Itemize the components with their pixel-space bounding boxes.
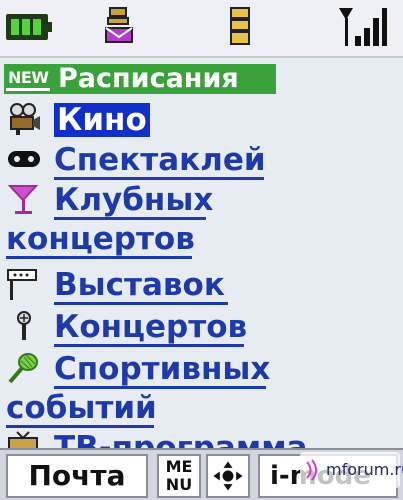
theater-mask-icon bbox=[8, 151, 40, 167]
menu-item-sportivnyh[interactable]: Спортивных событий bbox=[0, 351, 403, 429]
tennis-racket-icon bbox=[8, 353, 38, 384]
menu-item-label: Спортивных bbox=[54, 351, 271, 387]
menu-title: Расписания bbox=[58, 63, 239, 94]
menu-header: NEW Расписания bbox=[4, 64, 276, 94]
status-bar bbox=[0, 0, 403, 58]
watermark-text: mforum.ru bbox=[326, 460, 403, 479]
menu-item-label-continuation: концертов bbox=[6, 221, 195, 257]
signal-strength-icon bbox=[339, 8, 387, 46]
menu-item-klubnyh[interactable]: Клубных концертов bbox=[0, 182, 403, 260]
new-badge: NEW bbox=[6, 67, 50, 91]
microphone-icon bbox=[17, 311, 31, 340]
film-camera-icon bbox=[10, 103, 40, 135]
menu-item-spektakley[interactable]: Спектаклей bbox=[0, 142, 403, 182]
menu-key-label: МЕ NU bbox=[165, 457, 193, 494]
battery-icon bbox=[6, 14, 52, 40]
vibrate-alert-icon bbox=[230, 7, 250, 45]
watermark: mforum.ru bbox=[300, 452, 403, 488]
cocktail-glass-icon bbox=[7, 185, 39, 214]
menu-item-vystavok[interactable]: Выставок bbox=[0, 267, 403, 307]
menu-item-label: Спектаклей bbox=[54, 142, 266, 178]
menu-item-label-continuation: событий bbox=[6, 390, 157, 426]
menu-item-label: Кино bbox=[54, 103, 150, 137]
watermark-logo-icon bbox=[306, 459, 317, 481]
exhibition-easel-icon bbox=[7, 269, 37, 300]
navigation-key-icon[interactable] bbox=[206, 454, 250, 498]
menu-item-label: Выставок bbox=[54, 267, 225, 303]
menu-item-label: Клубных bbox=[54, 182, 214, 218]
menu-softkey[interactable]: МЕ NU bbox=[157, 454, 201, 498]
message-icon bbox=[105, 7, 133, 43]
menu-item-kino[interactable]: Кино bbox=[0, 102, 403, 138]
mail-softkey[interactable]: Почта bbox=[6, 454, 148, 498]
menu-item-kontsertov[interactable]: Концертов bbox=[0, 309, 403, 349]
menu-item-label: Концертов bbox=[54, 309, 248, 345]
phone-screen: NEW Расписания Кино Спектаклей Клубных к… bbox=[0, 0, 403, 500]
schedule-menu: NEW Расписания Кино Спектаклей Клубных к… bbox=[0, 62, 403, 465]
